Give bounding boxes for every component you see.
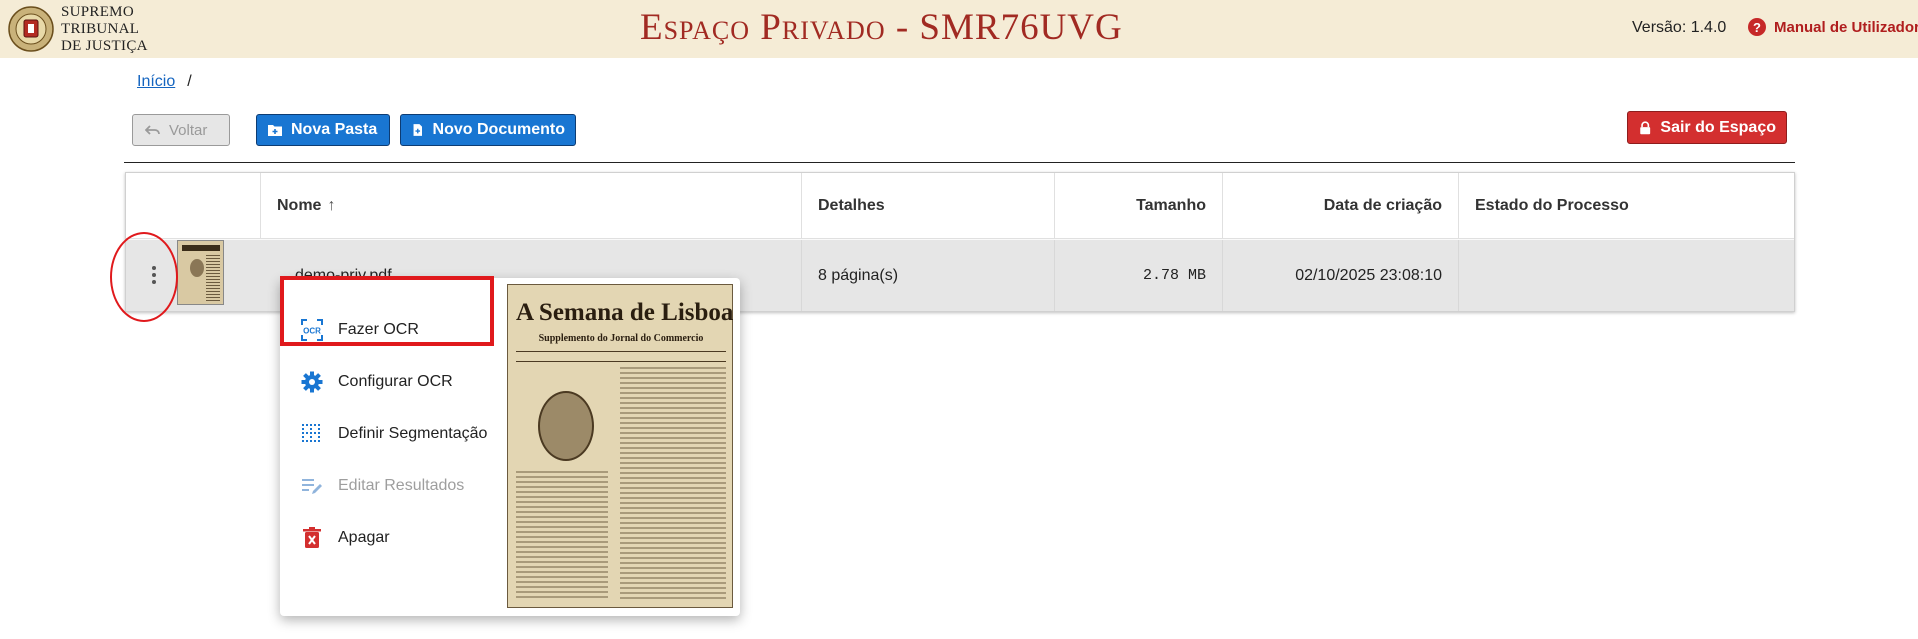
user-manual-link[interactable]: ? Manual de Utilizador <box>1748 18 1918 36</box>
status-cell <box>1459 240 1794 311</box>
new-document-label: Novo Documento <box>432 121 565 138</box>
table-header: Nome ↑ Detalhes Tamanho Data de criação … <box>126 173 1794 239</box>
exit-space-label: Sair do Espaço <box>1660 118 1776 136</box>
breadcrumb-separator: / <box>187 73 192 90</box>
size-cell: 2.78 MB <box>1055 240 1223 311</box>
court-seal-logo-icon <box>8 6 54 52</box>
column-header-status-label: Estado do Processo <box>1475 197 1629 214</box>
svg-text:OCR: OCR <box>303 327 321 336</box>
folder-add-icon <box>268 125 282 136</box>
court-name-line: DE JUSTIÇA <box>61 38 148 54</box>
trash-icon <box>303 527 321 548</box>
new-folder-button[interactable]: Nova Pasta <box>256 114 390 146</box>
column-header-details[interactable]: Detalhes <box>802 173 1055 239</box>
column-header-size-label: Tamanho <box>1136 197 1206 214</box>
menu-item-label: Configurar OCR <box>338 373 453 390</box>
edit-notes-icon <box>302 479 322 494</box>
exit-space-button[interactable]: Sair do Espaço <box>1627 111 1787 144</box>
annotation-circle <box>110 232 178 322</box>
column-header-status[interactable]: Estado do Processo <box>1459 173 1794 239</box>
preview-subtitle: Supplemento do Jornal do Commercio <box>538 333 704 344</box>
column-header-created-label: Data de criação <box>1323 197 1442 214</box>
column-header-actions <box>126 173 261 239</box>
row-context-menu: OCR Fazer OCR Configurar OCR Definir Seg… <box>280 276 740 616</box>
menu-item-define-segmentation[interactable]: Definir Segmentação <box>300 414 487 454</box>
created-cell: 02/10/2025 23:08:10 <box>1223 240 1459 311</box>
menu-item-label: Definir Segmentação <box>338 425 488 442</box>
details-value: 8 página(s) <box>818 266 899 284</box>
file-add-icon <box>413 124 423 136</box>
lock-icon <box>1640 120 1651 134</box>
court-name: SUPREMO TRIBUNAL DE JUSTIÇA <box>61 4 148 55</box>
column-header-size[interactable]: Tamanho <box>1055 173 1223 239</box>
preview-rule <box>516 361 726 362</box>
preview-rule <box>516 351 726 352</box>
column-header-details-label: Detalhes <box>818 197 885 214</box>
segmentation-grid-icon <box>302 424 320 442</box>
preview-title: A Semana de Lisboa <box>516 299 734 326</box>
toolbar-divider <box>124 162 1795 163</box>
back-button-label: Voltar <box>169 121 208 139</box>
menu-item-label: Apagar <box>338 529 390 546</box>
column-header-name-label: Nome <box>277 197 322 214</box>
version-label: Versão: 1.4.0 <box>1632 19 1727 36</box>
menu-item-label: Fazer OCR <box>338 321 419 338</box>
preview-text-column <box>620 367 726 599</box>
new-document-button[interactable]: Novo Documento <box>400 114 576 146</box>
details-cell: 8 página(s) <box>802 240 1055 311</box>
back-button[interactable]: Voltar <box>132 114 230 146</box>
breadcrumb-home-link[interactable]: Início <box>137 73 175 91</box>
menu-item-delete[interactable]: Apagar <box>300 518 390 558</box>
court-name-line: SUPREMO <box>61 4 134 20</box>
menu-item-do-ocr[interactable]: OCR Fazer OCR <box>300 310 419 350</box>
help-icon: ? <box>1748 18 1766 36</box>
preview-portrait-image <box>538 391 594 461</box>
user-manual-label: Manual de Utilizador <box>1774 18 1918 36</box>
court-name-line: TRIBUNAL <box>61 21 140 37</box>
menu-item-label: Editar Resultados <box>338 477 465 494</box>
column-header-name[interactable]: Nome ↑ <box>261 173 802 239</box>
document-preview: A Semana de Lisboa Supplemento do Jornal… <box>507 284 733 608</box>
undo-icon <box>145 125 160 135</box>
column-header-created[interactable]: Data de criação <box>1223 173 1459 239</box>
menu-item-configure-ocr[interactable]: Configurar OCR <box>300 362 453 402</box>
ocr-icon: OCR <box>301 319 323 341</box>
document-thumbnail <box>177 240 224 305</box>
gear-icon <box>301 371 323 393</box>
page-title: Espaço Privado - SMR76UVG <box>640 7 1123 48</box>
preview-text-column <box>516 471 608 599</box>
size-value: 2.78 MB <box>1142 267 1206 284</box>
created-value: 02/10/2025 23:08:10 <box>1295 266 1442 284</box>
new-folder-label: Nova Pasta <box>291 121 378 138</box>
app-header: SUPREMO TRIBUNAL DE JUSTIÇA Espaço Priva… <box>0 0 1918 58</box>
breadcrumb: Início / <box>137 73 192 91</box>
menu-item-edit-results[interactable]: Editar Resultados <box>300 466 464 506</box>
sort-arrow-up-icon: ↑ <box>327 197 336 214</box>
